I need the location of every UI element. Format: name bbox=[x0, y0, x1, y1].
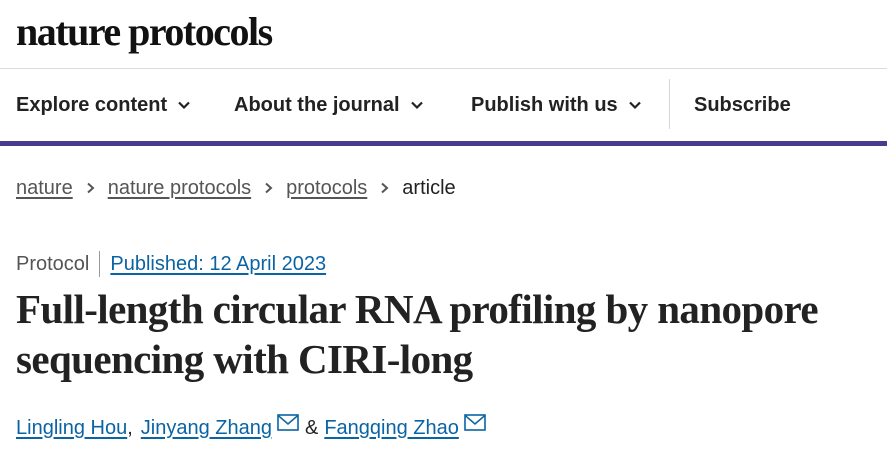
chevron-down-icon bbox=[410, 101, 423, 110]
article-title: Full-length circular RNA profiling by na… bbox=[16, 284, 886, 384]
nav-divider bbox=[669, 79, 670, 129]
chevron-down-icon bbox=[178, 101, 190, 110]
site-header: nature protocols bbox=[0, 0, 887, 69]
chevron-right-icon bbox=[381, 182, 389, 194]
author-link[interactable]: Lingling Hou bbox=[16, 417, 127, 440]
breadcrumb-nature-protocols[interactable]: nature protocols bbox=[108, 177, 251, 200]
nav-about-journal-label: About the journal bbox=[234, 93, 400, 116]
subscribe-link[interactable]: Subscribe bbox=[694, 69, 791, 141]
author-separator: , bbox=[127, 416, 133, 439]
breadcrumb-current: article bbox=[402, 176, 456, 199]
nav-about-journal[interactable]: About the journal bbox=[234, 69, 424, 141]
article-title-line1: Full-length circular RNA profiling by na… bbox=[16, 286, 819, 332]
main-nav: Explore content About the journal Publis… bbox=[0, 69, 887, 146]
author-link[interactable]: Jinyang Zhang bbox=[141, 417, 272, 440]
nav-explore-content[interactable]: Explore content bbox=[16, 69, 191, 141]
chevron-right-icon bbox=[265, 182, 273, 194]
article-meta: Protocol Published: 12 April 2023 bbox=[16, 248, 326, 280]
chevron-right-icon bbox=[87, 182, 95, 194]
author-ampersand: & bbox=[304, 416, 319, 439]
nav-publish-with-us[interactable]: Publish with us bbox=[471, 69, 642, 141]
chevron-down-icon bbox=[628, 101, 641, 110]
breadcrumb: nature nature protocols protocols articl… bbox=[16, 172, 456, 204]
mail-icon[interactable] bbox=[277, 414, 299, 432]
nav-publish-with-us-label: Publish with us bbox=[471, 93, 618, 116]
mail-icon[interactable] bbox=[464, 414, 486, 432]
site-logo[interactable]: nature protocols bbox=[16, 6, 273, 58]
article-type: Protocol bbox=[16, 251, 101, 277]
author-link[interactable]: Fangqing Zhao bbox=[324, 417, 459, 440]
nav-explore-content-label: Explore content bbox=[16, 93, 168, 116]
published-date[interactable]: Published: 12 April 2023 bbox=[110, 253, 326, 276]
article-title-line2: sequencing with CIRI-long bbox=[16, 336, 473, 382]
breadcrumb-nature[interactable]: nature bbox=[16, 177, 73, 200]
author-list: Lingling Hou, Jinyang Zhang & Fangqing Z… bbox=[16, 412, 486, 444]
breadcrumb-protocols[interactable]: protocols bbox=[286, 177, 367, 200]
